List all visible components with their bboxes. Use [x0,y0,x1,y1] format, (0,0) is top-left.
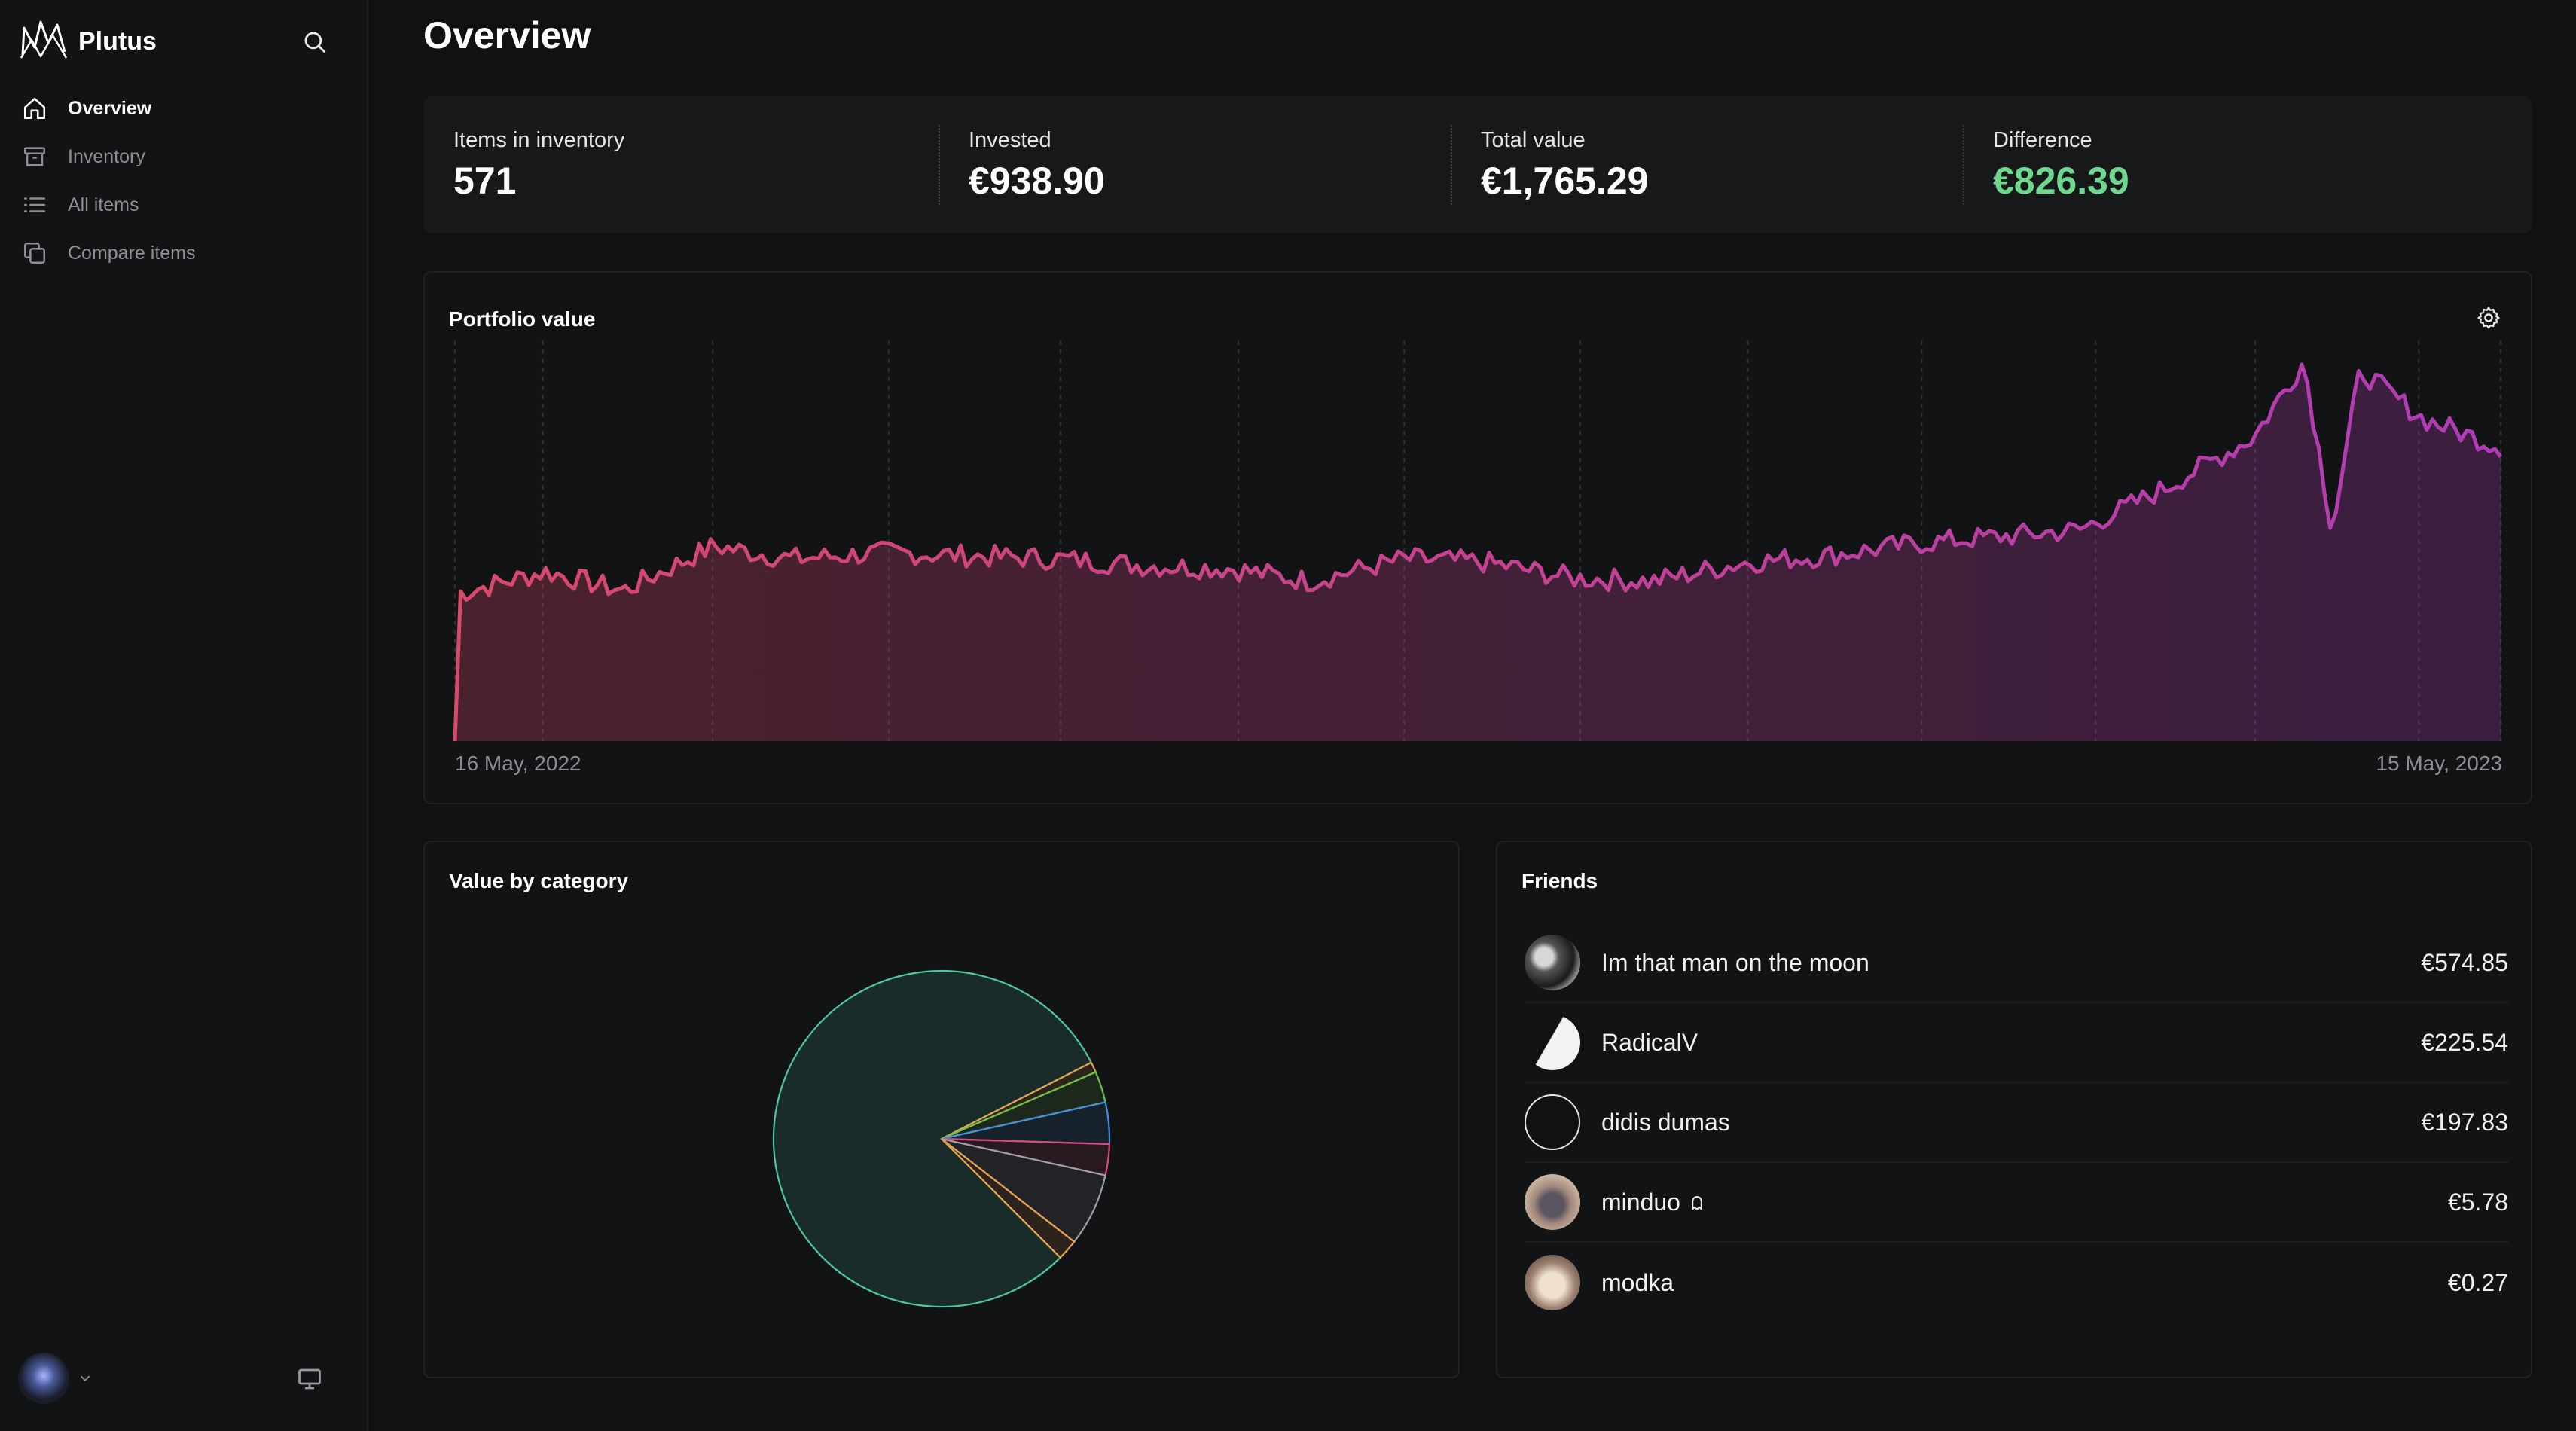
category-pie-chart[interactable] [425,842,1458,1377]
stat-label: Difference [1993,128,2092,152]
friend-name-wrap: minduo [1601,1188,2448,1216]
friend-row[interactable]: Im that man on the moon €574.85 [1525,923,2508,1003]
ghost-icon [1692,1195,1702,1210]
chevron-down-icon [80,1375,90,1382]
friend-name: Im that man on the moon [1601,948,1869,976]
x-axis-start-date: 16 May, 2022 [455,752,581,775]
search-button[interactable] [298,26,331,59]
friend-name: RadicalV [1601,1028,1699,1056]
sidebar-item-label: Compare items [68,242,196,264]
page-title: Overview [423,14,591,56]
friend-value: €574.85 [2421,948,2508,976]
sidebar-item-inventory[interactable]: Inventory [0,133,368,181]
stat-total-value: Total value €1,765.29 [1451,96,1963,233]
friends-card: Friends Im that man on the moon €574.85 … [1496,841,2532,1378]
plutus-logo-icon [20,20,68,59]
archive-icon [21,143,48,170]
sidebar-item-overview[interactable]: Overview [0,84,368,133]
sidebar-item-all-items[interactable]: All items [0,181,368,229]
friend-value: €225.54 [2421,1028,2508,1056]
monitor-icon [298,1368,321,1390]
avatar [1525,1174,1580,1230]
friend-row[interactable]: minduo €5.78 [1525,1163,2508,1243]
avatar [1525,1094,1580,1150]
search-icon [304,32,326,53]
card-title: Friends [1521,869,1598,892]
value-by-category-card: Value by category [423,841,1460,1378]
stat-value: €826.39 [1993,160,2129,202]
friends-list: Im that man on the moon €574.85 RadicalV… [1525,923,2508,1323]
stat-value: €938.90 [969,160,1105,202]
app-name: Plutus [78,26,157,56]
friend-value: €197.83 [2421,1108,2508,1136]
avatar [18,1353,69,1404]
sidebar-nav: Overview Inventory All items Compare ite… [0,84,368,277]
sidebar-item-label: All items [68,194,139,215]
avatar [1525,935,1580,990]
friend-value: €0.27 [2447,1268,2508,1296]
sidebar-item-label: Overview [68,97,152,119]
sidebar: Plutus Overview Inventory All items Comp… [0,0,368,1431]
portfolio-area [455,364,2501,741]
stat-invested: Invested €938.90 [939,96,1451,233]
friend-row[interactable]: RadicalV €225.54 [1525,1003,2508,1083]
friend-name: minduo [1601,1188,1680,1216]
stat-difference: Difference €826.39 [1963,96,2532,233]
stat-label: Items in inventory [453,128,625,152]
stat-value: €1,765.29 [1481,160,1649,202]
list-icon [21,191,48,218]
copy-icon [21,240,48,267]
avatar [1525,1015,1580,1070]
sidebar-item-compare-items[interactable]: Compare items [0,229,368,277]
stat-label: Invested [969,128,1051,152]
stat-items-in-inventory: Items in inventory 571 [423,96,939,233]
user-menu-button[interactable] [18,1353,101,1404]
theme-toggle-button[interactable] [292,1362,327,1396]
stat-value: 571 [453,160,517,202]
stat-label: Total value [1481,128,1586,152]
friend-value: €5.78 [2447,1188,2508,1216]
friend-name: modka [1601,1268,1674,1296]
avatar [1525,1255,1580,1310]
friend-name: didis dumas [1601,1108,1730,1136]
friend-row[interactable]: didis dumas €197.83 [1525,1083,2508,1163]
x-axis-end-date: 15 May, 2023 [2376,752,2502,775]
portfolio-value-card: Portfolio value 16 May, 2022 15 May, 202… [423,271,2532,804]
brand[interactable]: Plutus [18,14,157,69]
portfolio-line-chart[interactable] [425,273,2531,803]
sidebar-item-label: Inventory [68,145,145,167]
friend-row[interactable]: modka €0.27 [1525,1243,2508,1323]
home-icon [21,95,48,122]
stats-card: Items in inventory 571 Invested €938.90 … [423,96,2532,233]
